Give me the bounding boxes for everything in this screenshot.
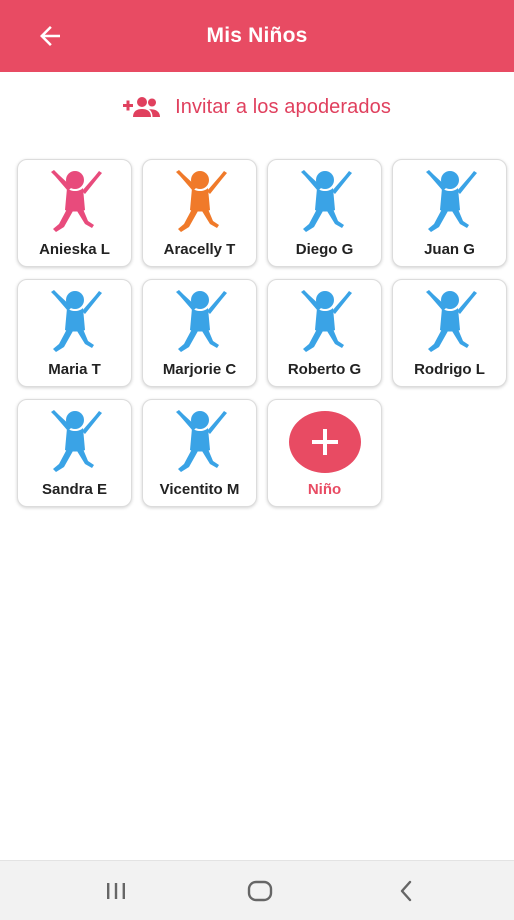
child-avatar — [415, 286, 485, 356]
child-silhouette-icon — [425, 170, 477, 232]
child-avatar — [290, 286, 360, 356]
invite-guardians-link[interactable]: Invitar a los apoderados — [0, 88, 514, 126]
child-avatar — [40, 406, 110, 476]
child-avatar — [165, 286, 235, 356]
child-card[interactable]: Anieska L — [17, 159, 132, 267]
person-add-icon — [123, 95, 161, 119]
page-title: Mis Niños — [206, 24, 308, 47]
child-card[interactable]: Aracelly T — [142, 159, 257, 267]
child-avatar — [165, 166, 235, 236]
child-silhouette-icon — [300, 170, 352, 232]
child-silhouette-icon — [50, 410, 102, 472]
add-child-button[interactable]: Niño — [267, 399, 382, 507]
child-avatar — [40, 166, 110, 236]
child-card[interactable]: Sandra E — [17, 399, 132, 507]
child-name: Marjorie C — [162, 361, 237, 378]
child-card[interactable]: Rodrigo L — [392, 279, 507, 387]
child-silhouette-icon — [50, 170, 102, 232]
child-name: Juan G — [424, 241, 475, 258]
children-grid: Anieska L Aracelly T Diego G Juan G Maria T M… — [17, 159, 507, 507]
app-screen: Mis Niños Invitar a los apoderados Anies… — [0, 0, 514, 920]
child-card[interactable]: Diego G — [267, 159, 382, 267]
home-button[interactable] — [240, 875, 280, 907]
chevron-left-icon — [400, 880, 412, 902]
arrow-left-icon — [40, 26, 60, 46]
child-avatar — [290, 166, 360, 236]
child-name: Maria T — [48, 361, 101, 378]
child-name: Roberto G — [287, 361, 362, 378]
system-back-button[interactable] — [386, 875, 426, 907]
child-avatar — [40, 286, 110, 356]
child-card[interactable]: Marjorie C — [142, 279, 257, 387]
child-silhouette-icon — [50, 290, 102, 352]
child-silhouette-icon — [175, 290, 227, 352]
add-child-label: Niño — [307, 481, 342, 498]
child-card[interactable]: Vicentito M — [142, 399, 257, 507]
child-name: Sandra E — [41, 481, 108, 498]
child-name: Diego G — [295, 241, 354, 258]
child-avatar — [415, 166, 485, 236]
child-avatar — [165, 406, 235, 476]
child-name: Rodrigo L — [414, 361, 485, 378]
system-navigation-bar — [0, 860, 514, 920]
child-card[interactable]: Juan G — [392, 159, 507, 267]
app-bar: Mis Niños — [0, 0, 514, 72]
recents-icon — [107, 883, 125, 899]
child-name: Anieska L — [39, 241, 110, 258]
child-name: Aracelly T — [163, 241, 236, 258]
child-silhouette-icon — [425, 290, 477, 352]
child-card[interactable]: Roberto G — [267, 279, 382, 387]
home-icon — [247, 880, 273, 902]
child-silhouette-icon — [300, 290, 352, 352]
plus-icon — [311, 429, 338, 455]
child-name: Vicentito M — [159, 481, 240, 498]
child-silhouette-icon — [175, 410, 227, 472]
recents-button[interactable] — [96, 875, 136, 907]
invite-guardians-label: Invitar a los apoderados — [175, 95, 391, 118]
child-card[interactable]: Maria T — [17, 279, 132, 387]
add-child-circle — [288, 411, 361, 473]
child-silhouette-icon — [175, 170, 227, 232]
back-button[interactable] — [30, 16, 70, 56]
